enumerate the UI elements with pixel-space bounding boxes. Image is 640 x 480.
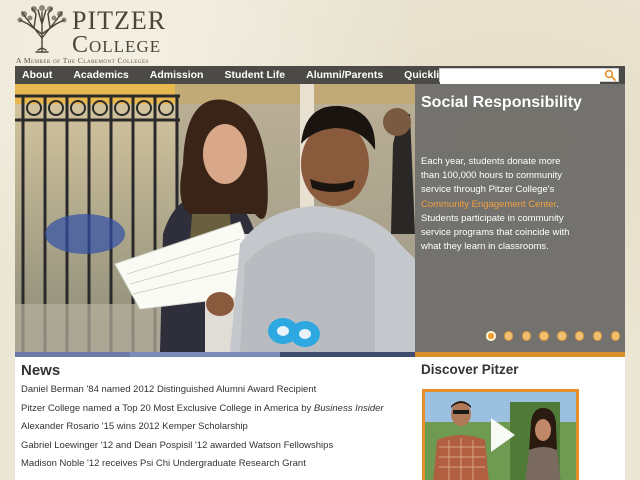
discover-heading: Discover Pitzer [421, 362, 519, 377]
video-thumbnail [425, 392, 576, 480]
nav-academics[interactable]: Academics [66, 69, 142, 81]
nav-admission[interactable]: Admission [143, 69, 218, 81]
main-nav: About Academics Admission Student Life A… [15, 66, 625, 85]
slide-dot-1[interactable] [486, 331, 496, 341]
logo-tagline: A Member of The Claremont Colleges [16, 56, 149, 65]
pitzer-college-logo[interactable]: Pitzer College A Member of The Claremont… [16, 4, 186, 65]
slide-dot-2[interactable] [503, 331, 514, 341]
slide-dot-8[interactable] [610, 331, 621, 341]
search-icon[interactable] [604, 69, 616, 81]
news-item-3[interactable]: Alexander Rosario '15 wins 2012 Kemper S… [21, 420, 411, 439]
slide-dot-6[interactable] [574, 331, 585, 341]
nav-student-life[interactable]: Student Life [217, 69, 299, 81]
discover-video[interactable] [422, 389, 579, 480]
hero-photo [15, 84, 415, 352]
news-item-3-text: Alexander Rosario '15 wins 2012 Kemper S… [21, 421, 248, 432]
news-item-2-emphasis: Business Insider [313, 402, 384, 414]
hero-title: Social Responsibility [421, 94, 582, 111]
hero-body: Each year, students donate more than 100… [421, 155, 581, 254]
news-item-5-text: Madison Noble '12 receives Psi Chi Under… [21, 458, 306, 469]
hero-caption-panel: Social Responsibility Each year, student… [415, 84, 625, 352]
slide-dot-5[interactable] [557, 331, 567, 341]
slide-pagination [486, 331, 621, 341]
site-header: Pitzer College A Member of The Claremont… [0, 0, 640, 66]
nav-alumni-parents[interactable]: Alumni/Parents [299, 69, 397, 81]
news-list: Daniel Berman '84 named 2012 Distinguish… [21, 383, 411, 476]
slide-dot-4[interactable] [539, 331, 549, 341]
tree-icon [17, 5, 67, 53]
news-item-4-text: Gabriel Loewinger '12 and Dean Pospisil … [21, 439, 334, 451]
news-item-2[interactable]: Pitzer College named a Top 20 Most Exclu… [21, 402, 411, 421]
main-content: News Daniel Berman '84 named 2012 Distin… [15, 357, 625, 480]
search-box [439, 68, 619, 85]
logo-name-line2: College [72, 32, 162, 58]
slide-dot-3[interactable] [521, 331, 532, 341]
nav-about[interactable]: About [15, 69, 66, 81]
news-heading: News [21, 362, 61, 379]
hero-slideshow: Social Responsibility Each year, student… [15, 84, 625, 352]
news-item-2-text: Pitzer College named a Top 20 Most Exclu… [21, 402, 314, 414]
community-engagement-center-link[interactable]: Community Engagement Center [421, 199, 556, 210]
news-item-1[interactable]: Daniel Berman '84 named 2012 Distinguish… [21, 383, 411, 402]
slide-dot-7[interactable] [592, 331, 603, 341]
news-item-4[interactable]: Gabriel Loewinger '12 and Dean Pospisil … [21, 439, 411, 458]
news-item-5[interactable]: Madison Noble '12 receives Psi Chi Under… [21, 457, 411, 476]
hero-body-text-before: Each year, students donate more than 100… [421, 156, 563, 196]
news-item-1-text: Daniel Berman '84 named 2012 Distinguish… [21, 384, 317, 395]
